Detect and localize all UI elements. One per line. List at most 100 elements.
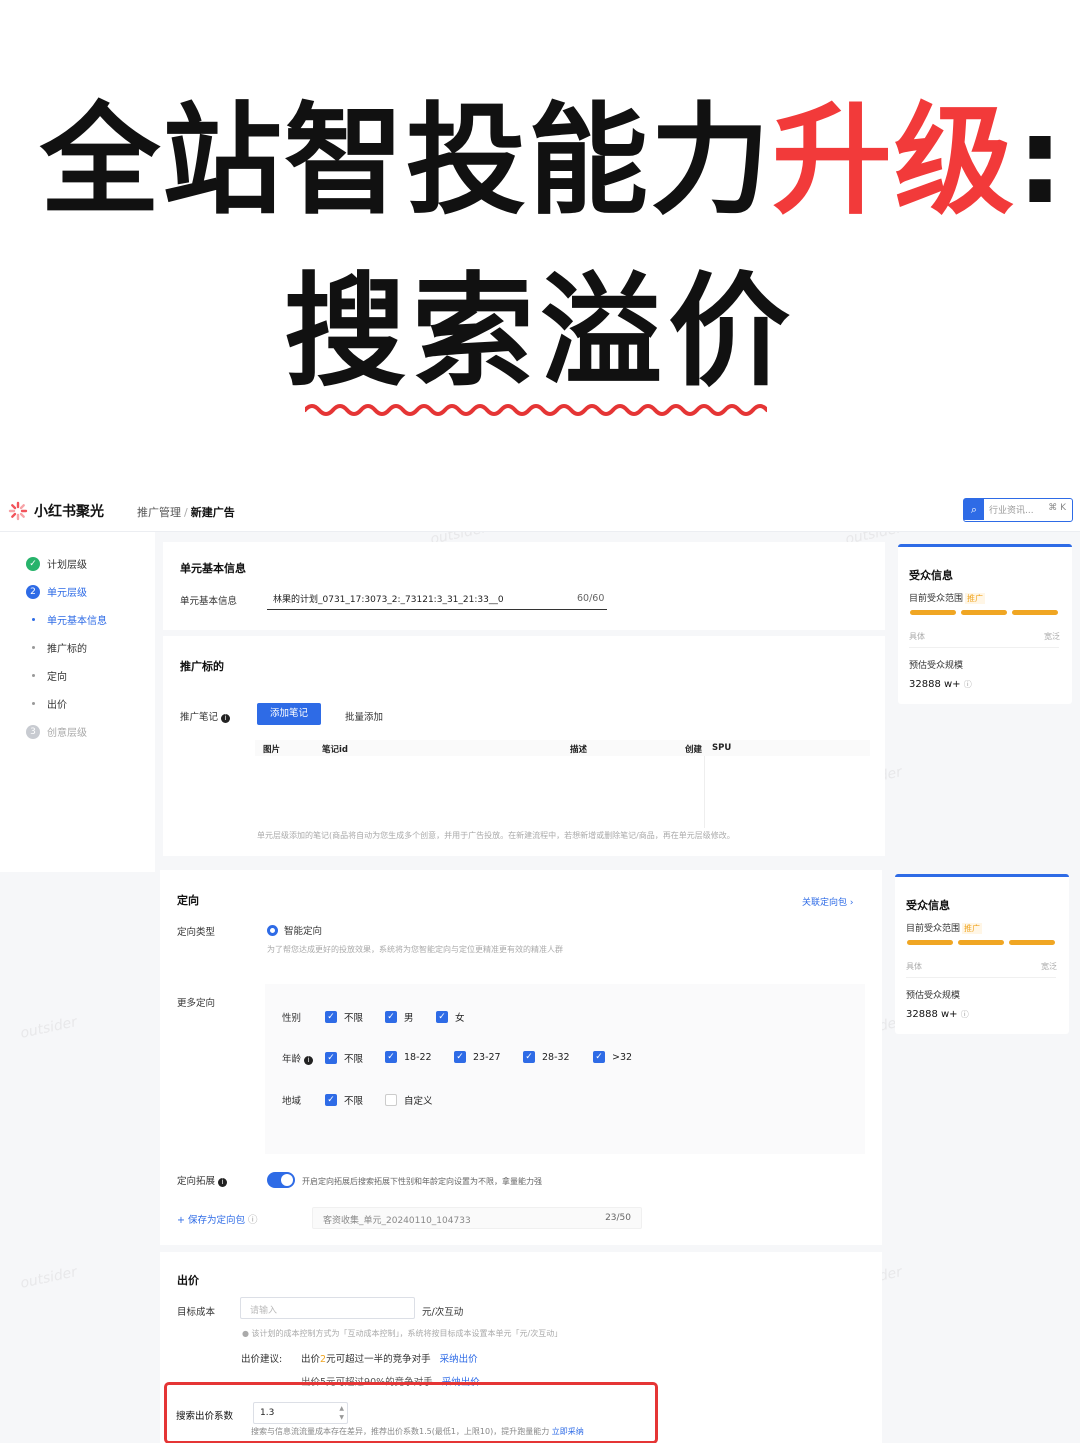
section-title: 出价 [177, 1274, 199, 1287]
age-23-27-checkbox[interactable]: ✓ 23-27 [454, 1051, 501, 1063]
search-icon[interactable]: ⌕ [964, 499, 984, 520]
smart-targeting-radio[interactable]: 智能定向 [267, 923, 322, 937]
check-icon: ✓ [26, 556, 40, 571]
gender-any-checkbox[interactable]: ✓ 不限 [325, 1010, 363, 1024]
info-icon: ⓘ [960, 1010, 969, 1019]
step-number-icon: 3 [26, 724, 40, 739]
hero-title-colon: : [1016, 92, 1066, 231]
age-18-22-checkbox[interactable]: ✓ 18-22 [385, 1051, 432, 1063]
check-icon: ✓ [385, 1051, 397, 1063]
audience-title: 受众信息 [906, 899, 950, 912]
step-label: 单元基本信息 [47, 616, 107, 627]
region-label: 地域 [282, 1096, 302, 1107]
age-label-text: 年龄 [282, 1054, 302, 1065]
range-narrow: 具体 [906, 962, 922, 971]
pkg-char-count: 23/50 [605, 1213, 631, 1223]
checkbox-label: 不限 [344, 1013, 364, 1024]
adopt-bid-link[interactable]: 采纳出价 [440, 1354, 478, 1365]
table-header-cell: 描述 [570, 745, 588, 755]
step-label: 创意层级 [47, 728, 87, 739]
watermark: outsider [18, 1014, 79, 1042]
region-custom-checkbox[interactable]: 自定义 [385, 1093, 433, 1107]
brand-logo-icon [8, 501, 28, 521]
step-promo-target[interactable]: 推广标的 [26, 640, 87, 655]
divider [906, 977, 1056, 978]
squiggle-underline [305, 404, 767, 416]
estimate-value: 32888 w+ ⓘ [909, 679, 972, 690]
bid-suggestion-1: 出价2元可超过一半的竞争对手 采纳出价 [301, 1351, 478, 1365]
step-unit-basic-info[interactable]: 单元基本信息 [26, 612, 107, 627]
target-cost-placeholder: 请输入 [250, 1306, 278, 1316]
age-label: 年龄 i [282, 1051, 314, 1065]
audience-panel: 受众信息 目前受众范围 推广 具体 宽泛 预估受众规模 32888 w+ ⓘ [898, 544, 1072, 704]
range-label: 目前受众范围 推广 [906, 921, 983, 934]
note-label: 推广笔记 [180, 712, 219, 723]
top-bar: 小红书聚光 推广管理 / 新建广告 ⌕ 行业资讯... ⌘ K [0, 490, 1080, 532]
info-icon: i [218, 1178, 228, 1187]
gender-female-checkbox[interactable]: ✓ 女 [436, 1010, 465, 1024]
checkbox-label: 男 [404, 1013, 414, 1024]
check-icon: ✓ [325, 1052, 337, 1064]
estimate-number: 32888 w+ [906, 1009, 958, 1020]
unit-info-card: 单元基本信息 单元基本信息 林果的计划_0731_17:3073_2:_7312… [163, 542, 885, 630]
breadcrumb-parent[interactable]: 推广管理 [137, 506, 181, 519]
unit-name-value: 林果的计划_0731_17:3073_2:_73121:3_31_21:33__… [273, 595, 504, 605]
check-icon: ✓ [454, 1051, 466, 1063]
info-icon: ● [242, 1329, 249, 1338]
estimate-label: 预估受众规模 [906, 991, 961, 1001]
ad-console-screenshot: outsider outsider outsider outsider outs… [0, 490, 1080, 1443]
checkbox-label: 不限 [344, 1096, 364, 1107]
age-28-32-checkbox[interactable]: ✓ 28-32 [523, 1051, 570, 1063]
range-wide: 宽泛 [1044, 632, 1060, 641]
section-title: 定向 [177, 894, 199, 907]
range-tag: 推广 [965, 593, 986, 604]
audience-panel: 受众信息 目前受众范围 推广 具体 宽泛 预估受众规模 32888 w+ ⓘ [895, 874, 1069, 1034]
suggest-text: 元可超过一半的竞争对手 [326, 1354, 431, 1365]
check-icon: ✓ [523, 1051, 535, 1063]
step-creative-level[interactable]: 3 创意层级 [26, 724, 87, 739]
bullet-icon [32, 646, 35, 649]
batch-add-button[interactable]: 批量添加 [345, 709, 383, 723]
age-any-checkbox[interactable]: ✓ 不限 [325, 1051, 363, 1065]
step-targeting[interactable]: 定向 [26, 668, 67, 683]
targeting-pkg-name-field[interactable]: 客资收集_单元_20240110_104733 23/50 [312, 1207, 642, 1229]
radio-label: 智能定向 [284, 926, 323, 937]
target-cost-input[interactable]: 请输入 [240, 1297, 415, 1319]
save-pkg-text: + 保存为定向包 [177, 1215, 245, 1226]
region-any-checkbox[interactable]: ✓ 不限 [325, 1093, 363, 1107]
step-plan-level[interactable]: ✓ 计划层级 [26, 556, 87, 571]
save-targeting-pkg-button[interactable]: + 保存为定向包 ⓘ [177, 1212, 258, 1226]
unit-name-field[interactable]: 林果的计划_0731_17:3073_2:_73121:3_31_21:33__… [267, 586, 607, 610]
bullet-icon [32, 674, 35, 677]
gender-male-checkbox[interactable]: ✓ 男 [385, 1010, 414, 1024]
section-title: 单元基本信息 [180, 562, 246, 575]
check-icon: ✓ [385, 1011, 397, 1023]
add-note-button[interactable]: 添加笔记 [257, 703, 321, 725]
promo-hint-text: 单元层级添加的笔记(商品将自动为您生成多个创意，并用于广告投放。在新建流程中，若… [257, 831, 735, 840]
checkbox-label: 不限 [344, 1054, 364, 1065]
check-icon: ✓ [325, 1094, 337, 1106]
highlight-box [164, 1382, 658, 1443]
global-search[interactable]: ⌕ 行业资讯... ⌘ K [963, 498, 1073, 522]
targeting-card: 定向 关联定向包 › 定向类型 智能定向 为了帮您达成更好的投放效果，系统将为您… [160, 870, 882, 1245]
expand-toggle[interactable] [267, 1172, 295, 1188]
section-title: 推广标的 [180, 660, 224, 673]
range-wide: 宽泛 [1041, 962, 1057, 971]
field-label: 推广笔记 i [180, 709, 231, 723]
step-bid[interactable]: 出价 [26, 696, 67, 711]
checkbox-icon [385, 1094, 397, 1106]
expand-label-text: 定向拓展 [177, 1176, 216, 1187]
field-label: 定向类型 [177, 927, 216, 938]
estimate-label: 预估受众规模 [909, 661, 964, 671]
char-count: 60/60 [577, 593, 605, 604]
age-over-32-checkbox[interactable]: ✓ >32 [593, 1051, 632, 1063]
step-label: 推广标的 [47, 644, 87, 655]
step-label: 出价 [47, 700, 67, 711]
hero-title-main: 全站智投能力 [40, 92, 772, 231]
search-input[interactable]: 行业资讯... [989, 503, 1034, 516]
link-targeting-pkg[interactable]: 关联定向包 › [802, 895, 854, 908]
step-unit-level[interactable]: 2 单元层级 [26, 584, 87, 599]
chevron-right-icon: › [849, 898, 854, 908]
step-label: 单元层级 [47, 588, 87, 599]
range-bars [910, 610, 1058, 615]
